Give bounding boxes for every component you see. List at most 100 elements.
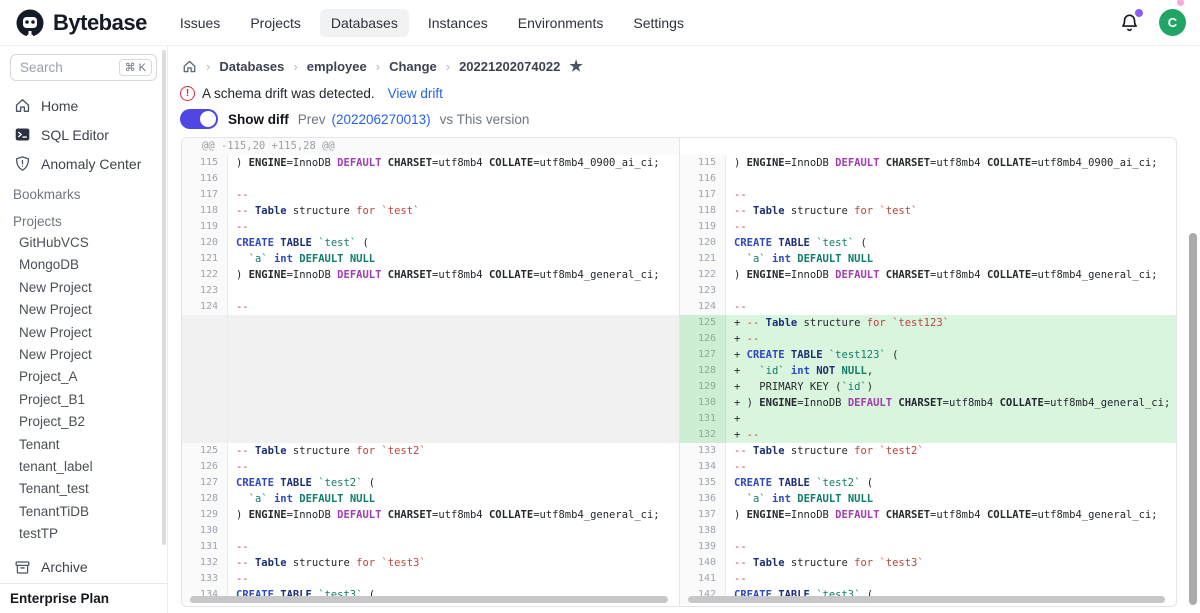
horizontal-scrollbar[interactable] bbox=[688, 596, 1165, 603]
line-number: 133 bbox=[680, 443, 726, 459]
archive-icon bbox=[14, 559, 31, 576]
sidebar-project-item[interactable]: tenant_label bbox=[0, 456, 167, 478]
notifications-button[interactable] bbox=[1119, 12, 1141, 34]
diff-line: 133-- Table structure for `test2` bbox=[680, 443, 1176, 459]
sidebar-project-item[interactable]: TiDB Cloud bbox=[0, 546, 167, 550]
bytebase-logo[interactable]: Bytebase bbox=[14, 7, 147, 39]
line-number: 134 bbox=[680, 459, 726, 475]
sidebar-project-item[interactable]: Project_A bbox=[0, 366, 167, 388]
line-number: 115 bbox=[680, 155, 726, 171]
code-text: CREATE TABLE `test2` ( bbox=[228, 475, 679, 491]
diff-line: 125-- Table structure for `test2` bbox=[182, 443, 679, 459]
diff-line: 127+ CREATE TABLE `test123` ( bbox=[680, 347, 1176, 363]
sidebar-item-sql-editor[interactable]: SQL Editor bbox=[0, 120, 167, 149]
sidebar-item-archive[interactable]: Archive bbox=[0, 551, 167, 583]
home-icon[interactable] bbox=[182, 59, 197, 74]
diff-line: 115) ENGINE=InnoDB DEFAULT CHARSET=utf8m… bbox=[182, 155, 679, 171]
code-text: ) ENGINE=InnoDB DEFAULT CHARSET=utf8mb4 … bbox=[726, 267, 1176, 283]
search-box[interactable]: ⌘ K bbox=[10, 54, 157, 81]
sidebar-section-bookmarks[interactable]: Bookmarks bbox=[0, 178, 167, 205]
sidebar-section-projects[interactable]: Projects bbox=[0, 205, 167, 232]
vs-label: vs This version bbox=[440, 112, 530, 127]
sidebar-project-item[interactable]: New Project bbox=[0, 277, 167, 299]
line-number: 122 bbox=[680, 267, 726, 283]
diff-line bbox=[182, 347, 679, 363]
line-number: 131 bbox=[680, 411, 726, 427]
breadcrumb-item[interactable]: employee bbox=[307, 59, 367, 74]
breadcrumb-item[interactable]: 20221202074022 bbox=[459, 59, 560, 74]
terminal-icon bbox=[14, 126, 31, 143]
nav-item-databases[interactable]: Databases bbox=[320, 9, 409, 37]
nav-item-projects[interactable]: Projects bbox=[239, 9, 312, 37]
avatar[interactable]: C bbox=[1159, 9, 1186, 36]
diff-line: 131+ bbox=[680, 411, 1176, 427]
diff-line: 124-- bbox=[680, 299, 1176, 315]
sidebar-project-item[interactable]: GitHubVCS bbox=[0, 232, 167, 254]
code-text: -- bbox=[228, 299, 679, 315]
code-text: + ) ENGINE=InnoDB DEFAULT CHARSET=utf8mb… bbox=[726, 395, 1176, 411]
diff-line: 122) ENGINE=InnoDB DEFAULT CHARSET=utf8m… bbox=[182, 267, 679, 283]
code-text: -- bbox=[726, 571, 1176, 587]
sidebar-project-item[interactable]: Tenant bbox=[0, 434, 167, 456]
line-number: 141 bbox=[680, 571, 726, 587]
diff-line: 128 `a` int DEFAULT NULL bbox=[182, 491, 679, 507]
show-diff-toggle[interactable] bbox=[180, 109, 218, 129]
line-number: 127 bbox=[680, 347, 726, 363]
sidebar-project-item[interactable]: New Project bbox=[0, 322, 167, 344]
code-text: + PRIMARY KEY (`id`) bbox=[726, 379, 1176, 395]
diff-line: 120CREATE TABLE `test` ( bbox=[680, 235, 1176, 251]
diff-line: 127CREATE TABLE `test2` ( bbox=[182, 475, 679, 491]
sidebar-scroll-area: ⌘ K Home SQL Editor Anomaly Center B bbox=[0, 46, 167, 550]
code-text bbox=[228, 523, 679, 539]
nav-item-settings[interactable]: Settings bbox=[622, 9, 695, 37]
sidebar-project-item[interactable]: New Project bbox=[0, 299, 167, 321]
sidebar-project-item[interactable]: New Project bbox=[0, 344, 167, 366]
sidebar-project-item[interactable]: testTP bbox=[0, 523, 167, 545]
diff-line: 137) ENGINE=InnoDB DEFAULT CHARSET=utf8m… bbox=[680, 507, 1176, 523]
sidebar-item-anomaly-center[interactable]: Anomaly Center bbox=[0, 149, 167, 178]
line-number: 115 bbox=[182, 155, 228, 171]
sidebar-project-item[interactable]: MongoDB bbox=[0, 254, 167, 276]
horizontal-scrollbar[interactable] bbox=[190, 596, 668, 603]
diff-line: 121 `a` int DEFAULT NULL bbox=[680, 251, 1176, 267]
view-drift-link[interactable]: View drift bbox=[388, 86, 443, 101]
code-text: -- bbox=[228, 571, 679, 587]
code-text: + bbox=[726, 411, 1176, 427]
show-diff-label: Show diff bbox=[228, 112, 289, 127]
diff-line: 126-- bbox=[182, 459, 679, 475]
line-number: 121 bbox=[182, 251, 228, 267]
line-number: 125 bbox=[182, 443, 228, 459]
breadcrumb-item[interactable]: Change bbox=[389, 59, 437, 74]
breadcrumb-separator: › bbox=[293, 59, 297, 74]
status-dot bbox=[1177, 0, 1184, 6]
sidebar-project-item[interactable]: TenantTiDB bbox=[0, 501, 167, 523]
line-number: 135 bbox=[680, 475, 726, 491]
sidebar-scrollbar[interactable] bbox=[162, 50, 166, 545]
diff-line: 140-- Table structure for `test3` bbox=[680, 555, 1176, 571]
sidebar-project-item[interactable]: Tenant_test bbox=[0, 478, 167, 500]
code-text: ) ENGINE=InnoDB DEFAULT CHARSET=utf8mb4 … bbox=[228, 507, 679, 523]
nav-item-environments[interactable]: Environments bbox=[507, 9, 615, 37]
code-text: -- bbox=[228, 219, 679, 235]
nav-item-instances[interactable]: Instances bbox=[417, 9, 499, 37]
diff-line: 131-- bbox=[182, 539, 679, 555]
alert-icon: ! bbox=[180, 86, 195, 101]
bookmark-star-icon[interactable]: ★ bbox=[569, 59, 582, 74]
sidebar-item-label: SQL Editor bbox=[41, 127, 109, 143]
line-number: 119 bbox=[182, 219, 228, 235]
prev-version-link[interactable]: (202206270013) bbox=[332, 112, 431, 127]
breadcrumb-separator: › bbox=[206, 59, 210, 74]
sidebar-item-home[interactable]: Home bbox=[0, 91, 167, 120]
sidebar-project-item[interactable]: Project_B2 bbox=[0, 411, 167, 433]
vertical-scrollbar[interactable] bbox=[1189, 233, 1197, 605]
breadcrumb-item[interactable]: Databases bbox=[219, 59, 284, 74]
toggle-knob bbox=[200, 111, 216, 127]
code-text: CREATE TABLE `test` ( bbox=[726, 235, 1176, 251]
nav-item-issues[interactable]: Issues bbox=[169, 9, 231, 37]
sidebar-project-item[interactable]: Project_B1 bbox=[0, 389, 167, 411]
line-number: 126 bbox=[182, 459, 228, 475]
code-text: -- Table structure for `test3` bbox=[228, 555, 679, 571]
search-input[interactable] bbox=[20, 60, 119, 75]
code-text: `a` int DEFAULT NULL bbox=[726, 251, 1176, 267]
code-text: + -- bbox=[726, 427, 1176, 443]
